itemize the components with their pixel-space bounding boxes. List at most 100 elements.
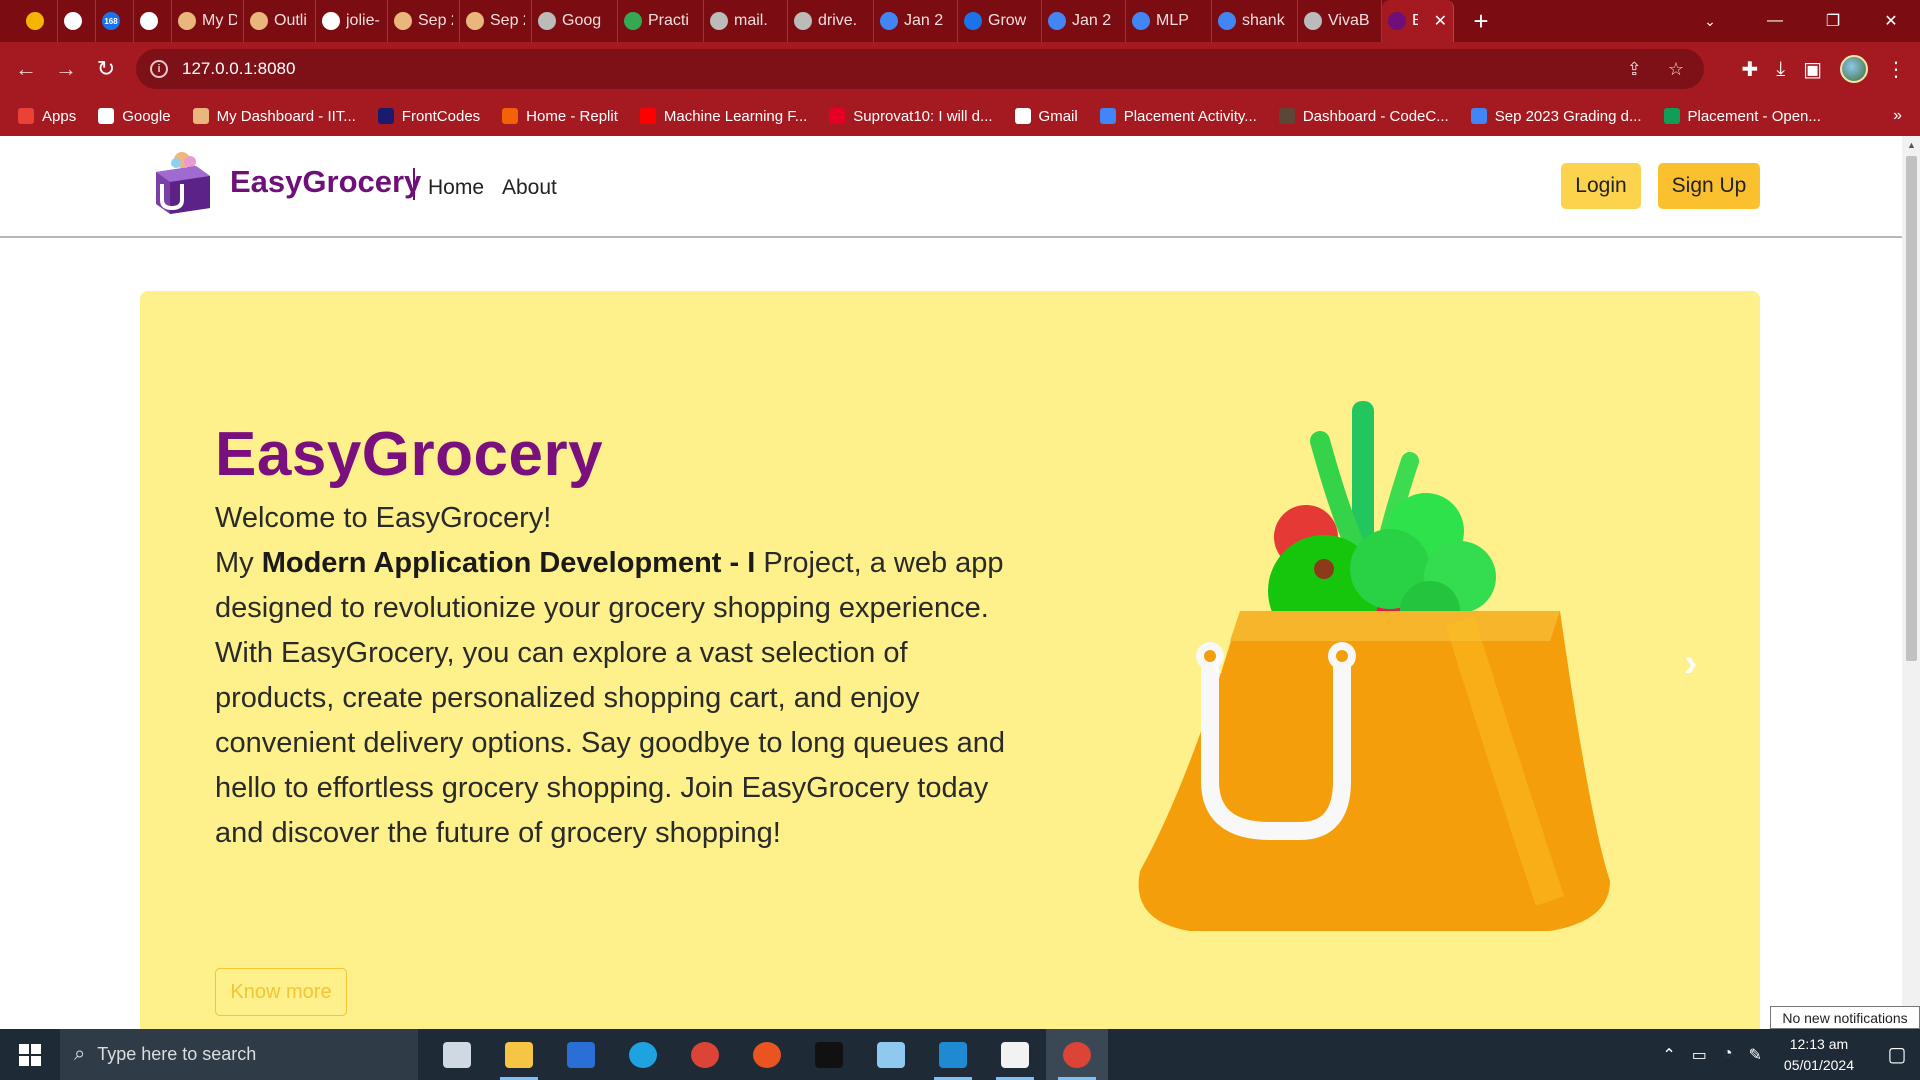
notification-center-icon[interactable]: ▢ xyxy=(1874,1029,1920,1080)
chrome-active-icon[interactable] xyxy=(1046,1029,1108,1080)
notepad-icon[interactable] xyxy=(860,1029,922,1080)
ubuntu-icon[interactable] xyxy=(736,1029,798,1080)
carousel-prev-icon[interactable]: ‹ xyxy=(1210,641,1223,686)
browser-tab[interactable]: E✕ xyxy=(1382,0,1454,42)
drive-icon xyxy=(624,12,642,30)
new-tab-button[interactable]: + xyxy=(1466,6,1496,37)
dot-icon xyxy=(64,12,82,30)
browser-tab[interactable]: Jan 2 xyxy=(1042,0,1126,42)
clock[interactable]: 12:13 am 05/01/2024 xyxy=(1784,1034,1854,1076)
forward-arrow-icon[interactable]: → xyxy=(46,49,86,89)
bookmarks-overflow-icon[interactable]: » xyxy=(1893,107,1902,125)
back-arrow-icon[interactable]: ← xyxy=(6,49,46,89)
close-window-button[interactable]: ✕ xyxy=(1862,0,1920,42)
start-windows-icon[interactable] xyxy=(0,1029,60,1080)
minimize-button[interactable]: — xyxy=(1746,0,1804,42)
bookmark-item[interactable]: Placement Activity... xyxy=(1099,108,1257,125)
browser-tab[interactable]: Sep 2 xyxy=(460,0,532,42)
file-explorer-icon[interactable] xyxy=(488,1029,550,1080)
extensions-puzzle-icon[interactable]: ✚ xyxy=(1741,57,1758,82)
task-view-icon[interactable] xyxy=(426,1029,488,1080)
browser-tab[interactable]: Outli xyxy=(244,0,316,42)
browser-tab[interactable]: shank xyxy=(1212,0,1298,42)
browser-tab[interactable]: VivaB xyxy=(1298,0,1382,42)
bookmark-item[interactable]: Home - Replit xyxy=(502,108,618,125)
tab-label: shank xyxy=(1242,12,1285,29)
tray-chevron-up-icon[interactable]: ⌃ xyxy=(1662,1045,1675,1065)
brand-name[interactable]: EasyGrocery xyxy=(230,164,421,200)
browser-tab[interactable]: Grow xyxy=(958,0,1042,42)
docs-icon xyxy=(880,12,898,30)
know-more-button[interactable]: Know more xyxy=(215,968,347,1016)
browser-tab[interactable] xyxy=(20,0,58,42)
terminal-icon[interactable] xyxy=(798,1029,860,1080)
tab-label: Sep 2 xyxy=(490,12,525,29)
page-scrollbar[interactable]: ▲ xyxy=(1902,136,1920,1029)
bookmark-list: Apps Google My Dashboard - IIT... FrontCode… xyxy=(18,108,1843,125)
bookmark-item[interactable]: Machine Learning F... xyxy=(639,107,808,125)
taskbar-search-box[interactable]: ⌕ Type here to search xyxy=(60,1029,418,1080)
hero-text-rest: Project, a web app designed to revolutio… xyxy=(215,547,1006,849)
youtube-icon xyxy=(639,108,656,124)
browser-tab[interactable]: 168 xyxy=(96,0,134,42)
login-button[interactable]: Login xyxy=(1561,163,1641,209)
bookmark-item[interactable]: My Dashboard - IIT... xyxy=(192,108,356,125)
tab-label: mail. xyxy=(734,12,768,29)
browser-tab[interactable]: Practi xyxy=(618,0,704,42)
page-viewport: EasyGrocery Home About Login Sign Up Eas… xyxy=(0,136,1902,1029)
browser-tab[interactable] xyxy=(58,0,96,42)
download-icon[interactable]: ⤓ xyxy=(1776,58,1785,81)
bookmark-label: Machine Learning F... xyxy=(663,107,808,125)
bookmark-item[interactable]: FrontCodes xyxy=(377,108,480,125)
tab-search-chevron-icon[interactable]: ⌄ xyxy=(1690,0,1730,42)
browser-tab[interactable]: Goog xyxy=(532,0,618,42)
bookmark-item[interactable]: Apps xyxy=(18,108,76,125)
menu-kebab-icon[interactable]: ⋮ xyxy=(1886,57,1906,82)
tab-label: jolie- xyxy=(346,12,380,29)
easygrocery-logo-icon[interactable] xyxy=(152,150,212,216)
close-tab-icon[interactable]: ✕ xyxy=(1434,11,1447,31)
browser-tab[interactable]: Sep 2 xyxy=(388,0,460,42)
vscode-icon[interactable] xyxy=(922,1029,984,1080)
address-text[interactable]: 127.0.0.1:8080 xyxy=(182,59,295,79)
tab-label: MLP xyxy=(1156,12,1189,29)
share-icon[interactable]: ⇪ xyxy=(1627,59,1642,80)
signup-button[interactable]: Sign Up xyxy=(1658,163,1760,209)
powershell-icon[interactable] xyxy=(550,1029,612,1080)
browser-tab[interactable]: jolie- xyxy=(316,0,388,42)
taskbar-search-placeholder: Type here to search xyxy=(97,1044,257,1064)
reload-icon[interactable]: ↻ xyxy=(86,49,126,89)
bookmark-item[interactable]: Google xyxy=(98,108,171,125)
profile-avatar[interactable] xyxy=(1840,55,1868,83)
browser-tab[interactable]: My D xyxy=(172,0,244,42)
address-bar[interactable]: i 127.0.0.1:8080 ⇪ ☆ xyxy=(136,49,1704,89)
bookmark-item[interactable]: Sep 2023 Grading d... xyxy=(1470,108,1642,125)
bookmark-item[interactable]: Gmail xyxy=(1014,108,1078,125)
site-info-icon[interactable]: i xyxy=(150,60,168,78)
browser-tab[interactable] xyxy=(134,0,172,42)
side-panel-icon[interactable]: ▣ xyxy=(1803,57,1822,82)
battery-icon[interactable]: ▭ xyxy=(1692,1045,1707,1065)
scroll-up-arrow-icon[interactable]: ▲ xyxy=(1907,140,1916,150)
edge-icon[interactable] xyxy=(612,1029,674,1080)
avatar-icon xyxy=(466,12,484,30)
browser-tab[interactable]: drive. xyxy=(788,0,874,42)
chrome-icon[interactable] xyxy=(674,1029,736,1080)
c-icon xyxy=(964,12,982,30)
browser-tab[interactable]: Jan 2 xyxy=(874,0,958,42)
clapper-icon[interactable] xyxy=(984,1029,1046,1080)
nav-home-link[interactable]: Home xyxy=(428,176,484,200)
browser-tab[interactable]: MLP xyxy=(1126,0,1212,42)
bookmark-star-icon[interactable]: ☆ xyxy=(1668,59,1684,80)
ubuntu-icon-glyph xyxy=(753,1041,781,1068)
nav-about-link[interactable]: About xyxy=(502,176,557,200)
bookmark-item[interactable]: Placement - Open... xyxy=(1663,108,1821,125)
carousel-next-icon[interactable]: › xyxy=(1684,641,1697,686)
restore-button[interactable]: ❐ xyxy=(1804,0,1862,42)
scrollbar-thumb[interactable] xyxy=(1906,156,1917,661)
wifi-icon[interactable]: ◔ xyxy=(1723,1045,1733,1065)
bookmark-item[interactable]: Dashboard - CodeC... xyxy=(1278,108,1449,125)
pen-icon[interactable]: ✎ xyxy=(1749,1045,1762,1065)
bookmark-item[interactable]: Suprovat10: I will d... xyxy=(829,108,993,125)
browser-tab[interactable]: mail. xyxy=(704,0,788,42)
